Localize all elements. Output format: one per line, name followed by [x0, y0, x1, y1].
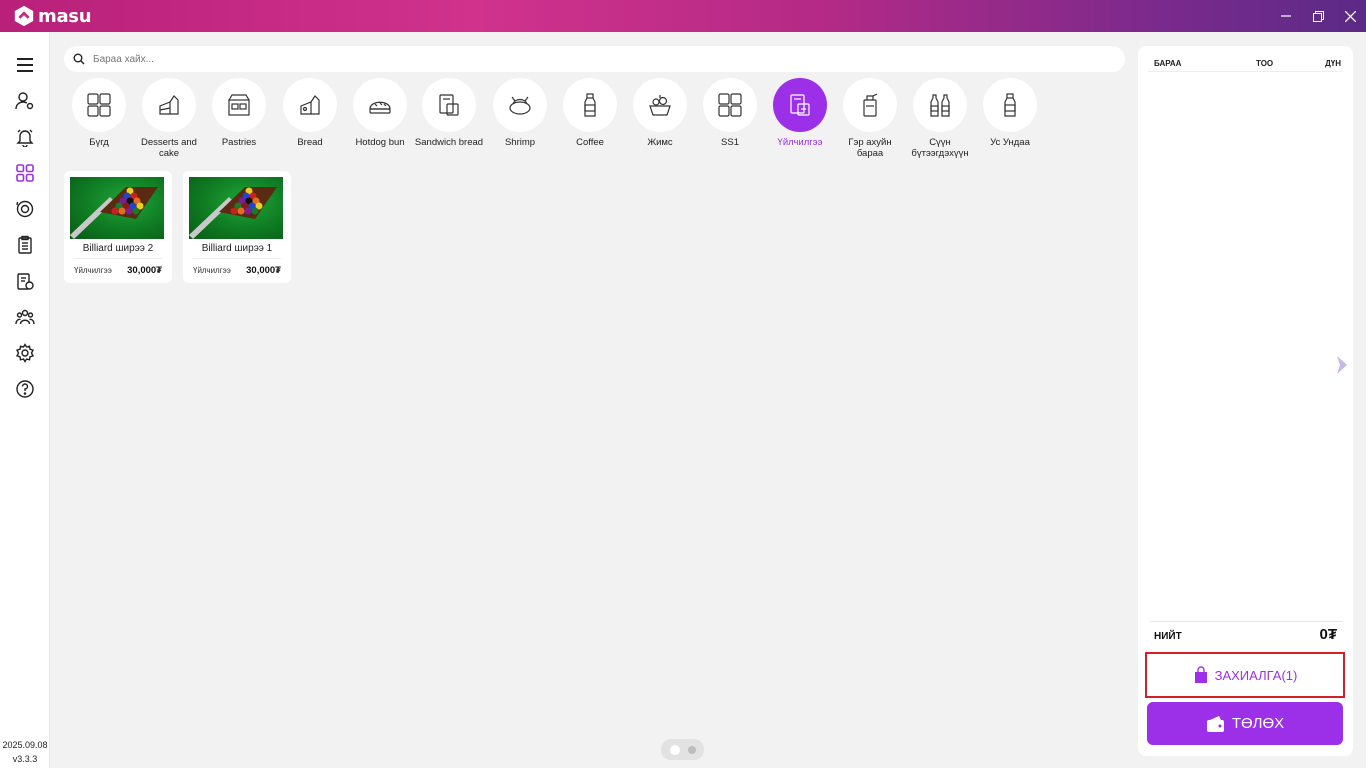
product-card[interactable]: Billiard ширээ 1 Үйлчилгээ 30,000₮	[183, 171, 291, 283]
menu-icon[interactable]	[14, 54, 36, 76]
col-sum: ДҮН	[1325, 59, 1341, 68]
billiard-image	[70, 177, 164, 239]
category-label: Гэр ахуйн бараа	[848, 137, 892, 159]
user-settings-icon[interactable]	[14, 90, 36, 112]
bun-icon	[369, 101, 391, 114]
search-bar[interactable]	[64, 46, 1125, 72]
category-shrimp[interactable]: Shrimp	[485, 78, 555, 148]
category-label: Coffee	[576, 137, 604, 148]
category-label: Pastries	[221, 137, 257, 148]
wallet-icon	[1206, 715, 1224, 732]
page-dot[interactable]	[687, 745, 696, 754]
chevron-right-icon[interactable]	[1334, 354, 1350, 376]
clipboard-icon[interactable]	[14, 234, 36, 256]
category-hotdog-bun[interactable]: Hotdog bun	[345, 78, 415, 148]
order-button-label: ЗАХИАЛГА(1)	[1214, 667, 1298, 683]
category-label: Hotdog bun	[355, 137, 405, 148]
masu-logo-icon	[14, 5, 34, 27]
grid-icon	[718, 93, 742, 117]
category-label: Bread	[297, 137, 323, 148]
order-button[interactable]: ЗАХИАЛГА(1)	[1145, 652, 1345, 698]
sidebar: 2025.09.08 v3.3.3	[0, 32, 50, 768]
category-ss1[interactable]: SS1	[695, 78, 765, 148]
category-label: Үйлчилгээ	[777, 137, 823, 148]
total-value: 0₮	[1319, 626, 1337, 643]
pay-button[interactable]: ТӨЛӨХ	[1147, 702, 1343, 745]
category-desserts[interactable]: Desserts and cake	[134, 78, 204, 159]
category-bread[interactable]: Bread	[275, 78, 345, 148]
page-indicator[interactable]	[661, 739, 704, 760]
search-input[interactable]	[93, 53, 993, 65]
category-service[interactable]: Үйлчилгээ	[765, 78, 835, 148]
close-button[interactable]	[1334, 0, 1366, 32]
bakery-icon	[228, 94, 250, 116]
col-qty: ТОО	[1256, 59, 1274, 68]
shopping-bag-icon	[1194, 666, 1207, 683]
col-item: БАРАА	[1154, 59, 1182, 68]
grid-icon	[87, 93, 111, 117]
search-icon	[73, 53, 85, 65]
help-icon[interactable]	[14, 378, 36, 400]
users-icon[interactable]	[14, 306, 36, 328]
category-household[interactable]: Гэр ахуйн бараа	[835, 78, 905, 159]
pay-button-label: ТӨЛӨХ	[1231, 715, 1285, 732]
cart-header: БАРАА ТОО ДҮН	[1148, 56, 1343, 72]
product-card[interactable]: Billiard ширээ 2 Үйлчилгээ 30,000₮	[64, 171, 172, 283]
service-icon	[790, 94, 810, 116]
product-name: Billiard ширээ 2	[82, 243, 154, 254]
sandwich-icon	[439, 94, 459, 116]
shrimp-icon	[509, 96, 531, 115]
category-label: Сүүн бүтээгдэхүүн	[911, 137, 969, 159]
water-bottle-icon	[1004, 93, 1016, 117]
app-version: v3.3.3	[12, 754, 38, 764]
category-all[interactable]: Бүгд	[64, 78, 134, 148]
bottle-icon	[584, 93, 596, 117]
category-sandwich-bread[interactable]: Sandwich bread	[414, 78, 484, 148]
category-fruit[interactable]: Жимс	[625, 78, 695, 148]
category-label: SS1	[721, 137, 739, 148]
report-icon[interactable]	[14, 270, 36, 292]
product-category: Үйлчилгээ	[193, 266, 231, 275]
product-price: 30,000₮	[246, 265, 281, 276]
minimize-button[interactable]	[1270, 0, 1302, 32]
category-dairy[interactable]: Сүүн бүтээгдэхүүн	[905, 78, 975, 159]
product-name: Billiard ширээ 1	[201, 243, 273, 254]
app-name: masu	[38, 5, 92, 27]
category-pastries[interactable]: Pastries	[204, 78, 274, 148]
category-label: Desserts and cake	[141, 137, 197, 159]
fruit-basket-icon	[649, 95, 671, 116]
category-drinks[interactable]: Ус Ундаа	[975, 78, 1045, 148]
category-label: Shrimp	[504, 137, 536, 148]
category-label: Sandwich bread	[414, 137, 484, 148]
household-icon	[863, 93, 878, 117]
product-category: Үйлчилгээ	[74, 266, 112, 275]
category-label: Ус Ундаа	[990, 137, 1030, 148]
history-icon[interactable]	[14, 198, 36, 220]
dashboard-icon[interactable]	[14, 162, 36, 184]
category-coffee[interactable]: Coffee	[555, 78, 625, 148]
cake-icon	[159, 95, 179, 115]
title-bar: masu	[0, 0, 1366, 32]
milk-bottles-icon	[930, 94, 950, 117]
restore-button[interactable]	[1302, 0, 1334, 32]
gear-icon[interactable]	[14, 342, 36, 364]
build-date: 2025.09.08	[2, 740, 48, 750]
billiard-image	[189, 177, 283, 239]
category-label: Жимс	[647, 137, 673, 148]
page-dot-active[interactable]	[669, 744, 680, 755]
bread-icon	[300, 95, 320, 115]
cart-panel: БАРАА ТОО ДҮН НИЙТ 0₮ ЗАХИАЛГА(1) ТӨЛӨХ	[1138, 46, 1353, 756]
app-logo: masu	[13, 5, 92, 27]
category-label: Бүгд	[89, 137, 109, 148]
product-price: 30,000₮	[127, 265, 162, 276]
bell-icon[interactable]	[14, 126, 36, 148]
total-label: НИЙТ	[1154, 631, 1182, 642]
